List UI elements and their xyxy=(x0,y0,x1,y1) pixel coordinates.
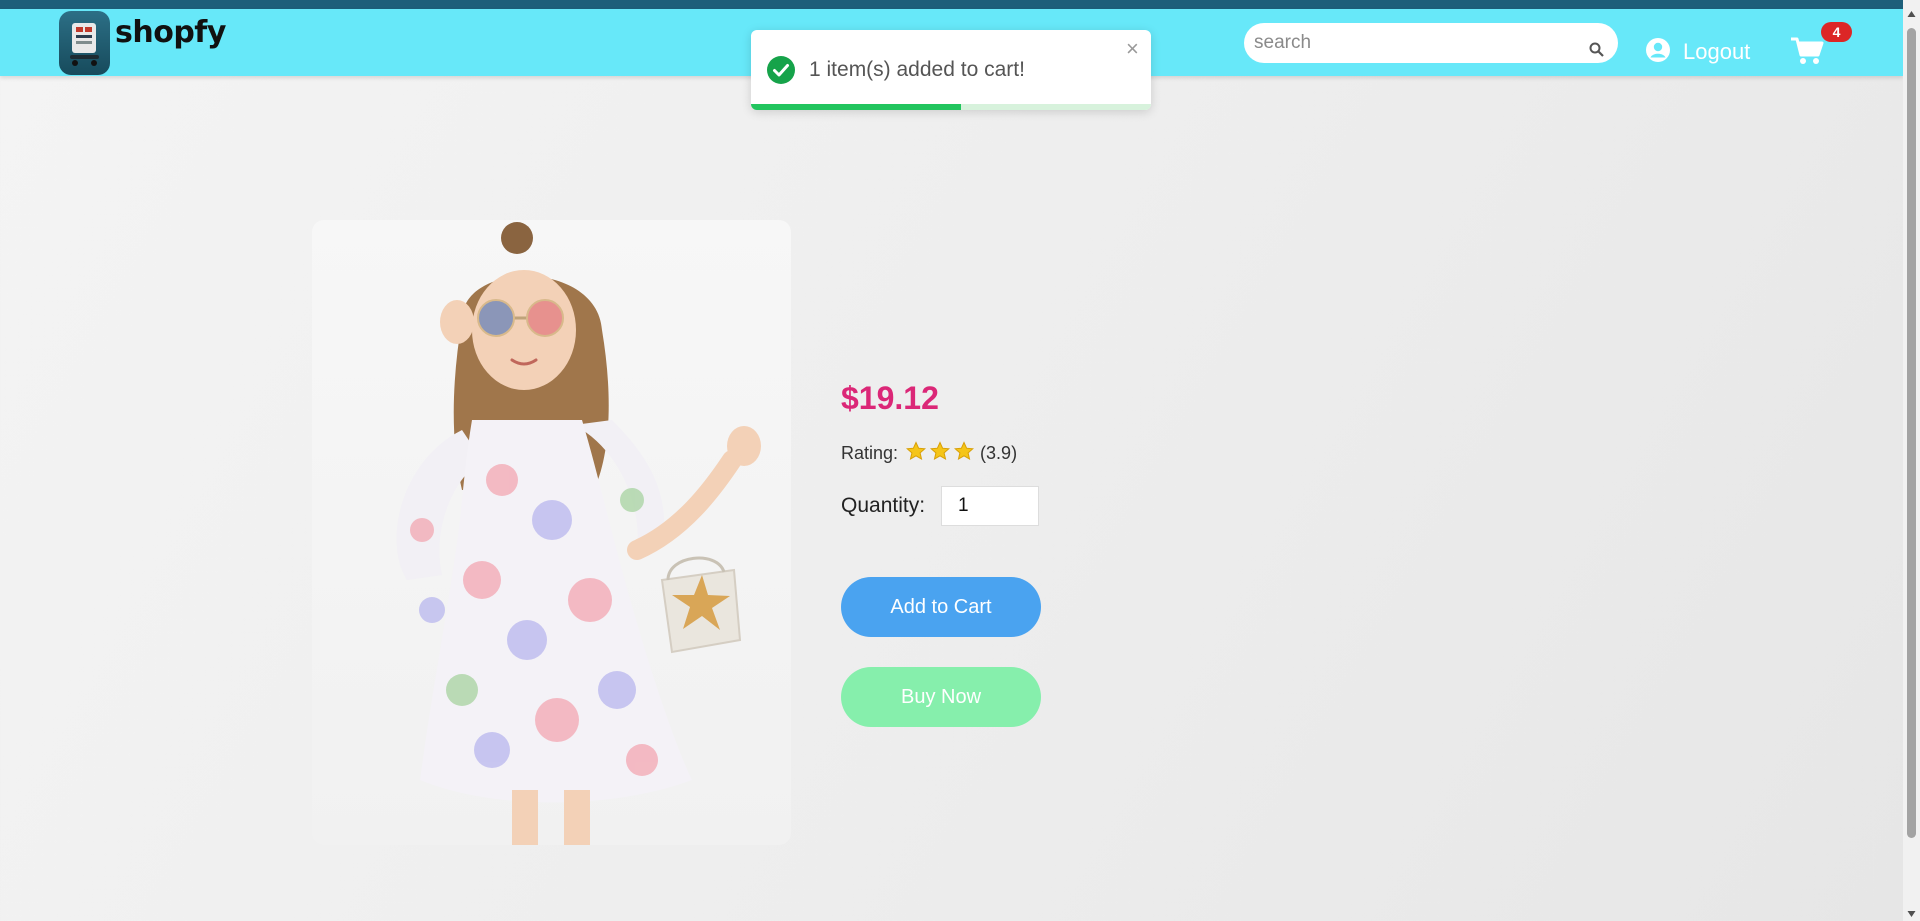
star-icon xyxy=(930,441,951,466)
brand-name[interactable]: shopfy xyxy=(115,15,226,50)
add-to-cart-button[interactable]: Add to Cart xyxy=(841,577,1041,637)
search-box xyxy=(1244,23,1618,63)
quantity-label: Quantity: xyxy=(841,494,926,517)
star-icon xyxy=(906,441,927,466)
logout-label: Logout xyxy=(1683,39,1751,64)
rating-value: (3.9) xyxy=(980,443,1018,463)
rating-stars xyxy=(906,441,975,466)
star-icon xyxy=(954,441,975,466)
product-price: $19.12 xyxy=(841,380,939,416)
logout-button[interactable]: Logout xyxy=(1645,30,1750,74)
shop-logo-icon[interactable] xyxy=(59,11,110,75)
quantity-input[interactable] xyxy=(941,486,1040,526)
toast-close-button[interactable]: × xyxy=(1126,38,1139,60)
check-circle-icon xyxy=(767,56,795,89)
toast-notification: 1 item(s) added to cart! × xyxy=(751,30,1151,110)
toast-message: 1 item(s) added to cart! xyxy=(809,58,1025,81)
product-image xyxy=(312,220,791,845)
toast-progress-track xyxy=(751,104,1151,110)
scrollbar[interactable] xyxy=(1903,0,1920,921)
cart-icon[interactable] xyxy=(1790,36,1824,71)
scroll-up-arrow-icon[interactable] xyxy=(1907,5,1916,23)
rating-label: Rating: xyxy=(841,443,899,463)
scrollbar-thumb[interactable] xyxy=(1907,28,1916,838)
search-icon[interactable] xyxy=(1589,42,1604,62)
buy-now-button[interactable]: Buy Now xyxy=(841,667,1041,727)
scroll-down-arrow-icon[interactable] xyxy=(1907,905,1916,921)
product-rating: Rating: (3.9) xyxy=(841,441,1017,466)
search-input[interactable] xyxy=(1254,27,1574,59)
quantity-row: Quantity: xyxy=(841,486,1040,526)
cart-count-badge: 4 xyxy=(1821,22,1852,42)
user-circle-icon xyxy=(1645,37,1671,68)
top-strip xyxy=(0,0,1903,9)
toast-progress-bar xyxy=(751,104,961,110)
